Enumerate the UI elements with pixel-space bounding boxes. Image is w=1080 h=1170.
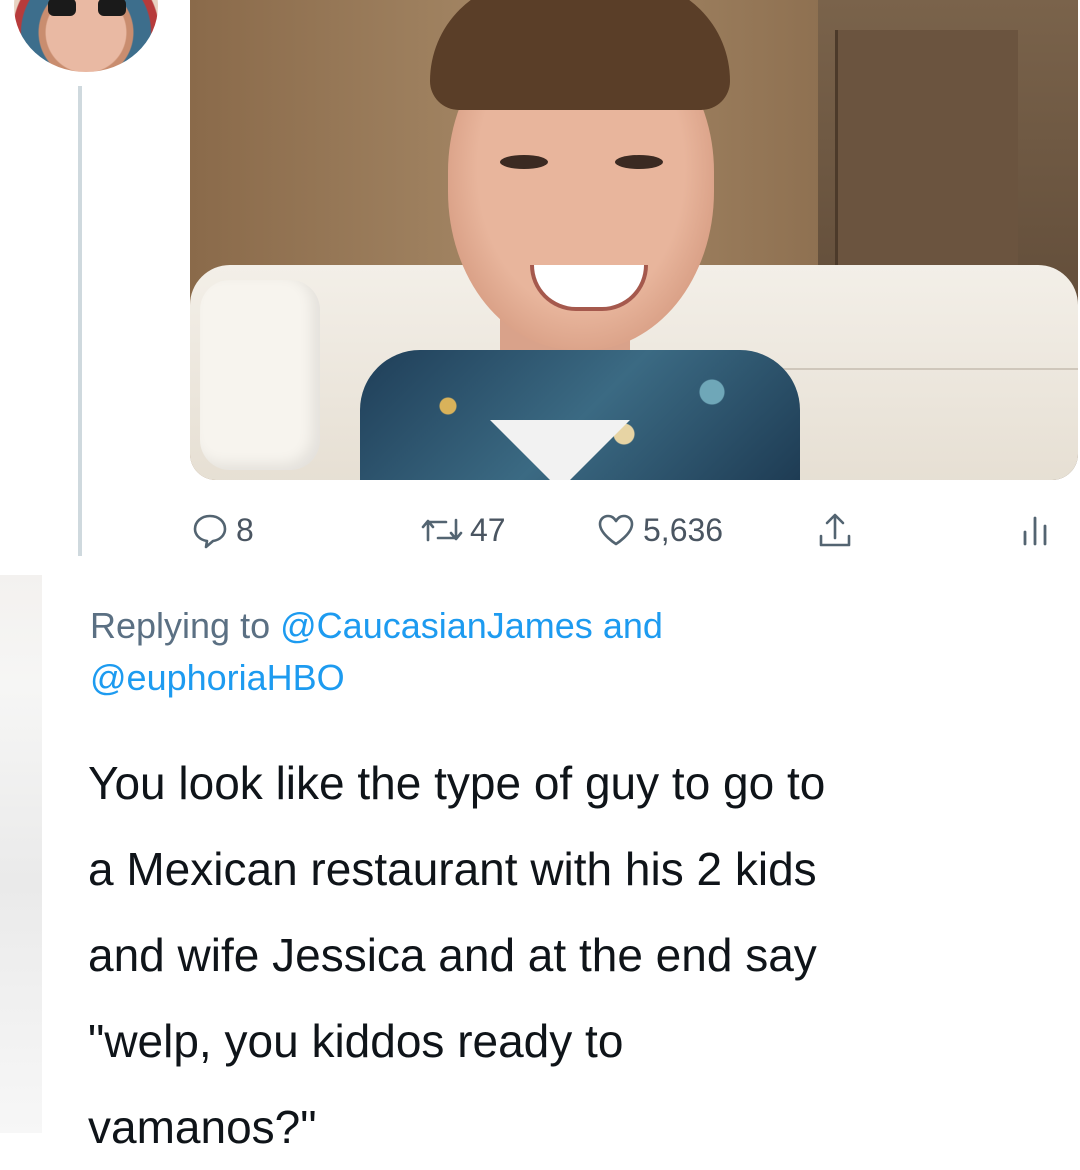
reply-icon (190, 510, 230, 550)
retweet-count: 47 (470, 511, 506, 548)
heart-icon (595, 510, 637, 550)
reply-button[interactable]: 8 (190, 510, 254, 550)
mention-conjunction: and (602, 605, 663, 646)
tweet-photo[interactable] (190, 0, 1078, 480)
sunglasses (48, 0, 128, 16)
tweet-text-line: You look like the type of guy to go to (88, 757, 826, 809)
replying-prefix: Replying to (90, 605, 271, 646)
analytics-icon (1015, 510, 1055, 550)
tweet-text-line: "welp, you kiddos ready to (88, 1015, 624, 1067)
left-edge-background (0, 575, 42, 1133)
replying-to: Replying to @CaucasianJames and @euphori… (90, 600, 1050, 704)
tweet-text: You look like the type of guy to go to a… (88, 740, 1048, 1170)
retweet-button[interactable]: 47 (420, 510, 506, 550)
avatar[interactable] (14, 0, 158, 72)
share-button[interactable] (815, 510, 855, 550)
tweet-text-line: vamanos?" (88, 1101, 317, 1153)
tweet-action-bar: 8 47 5,636 (0, 510, 1080, 560)
hair (430, 0, 730, 110)
analytics-button[interactable] (1015, 510, 1055, 550)
mention-euphoriahbo[interactable]: @euphoriaHBO (90, 657, 345, 698)
tweet-text-line: and wife Jessica and at the end say (88, 929, 817, 981)
share-icon (815, 510, 855, 550)
mention-caucasianjames[interactable]: @CaucasianJames (280, 605, 593, 646)
like-count: 5,636 (643, 511, 724, 548)
thread-line (78, 86, 82, 556)
like-button[interactable]: 5,636 (595, 510, 723, 550)
tweet-text-line: a Mexican restaurant with his 2 kids (88, 843, 817, 895)
retweet-icon (420, 510, 464, 550)
reply-count: 8 (236, 511, 254, 548)
